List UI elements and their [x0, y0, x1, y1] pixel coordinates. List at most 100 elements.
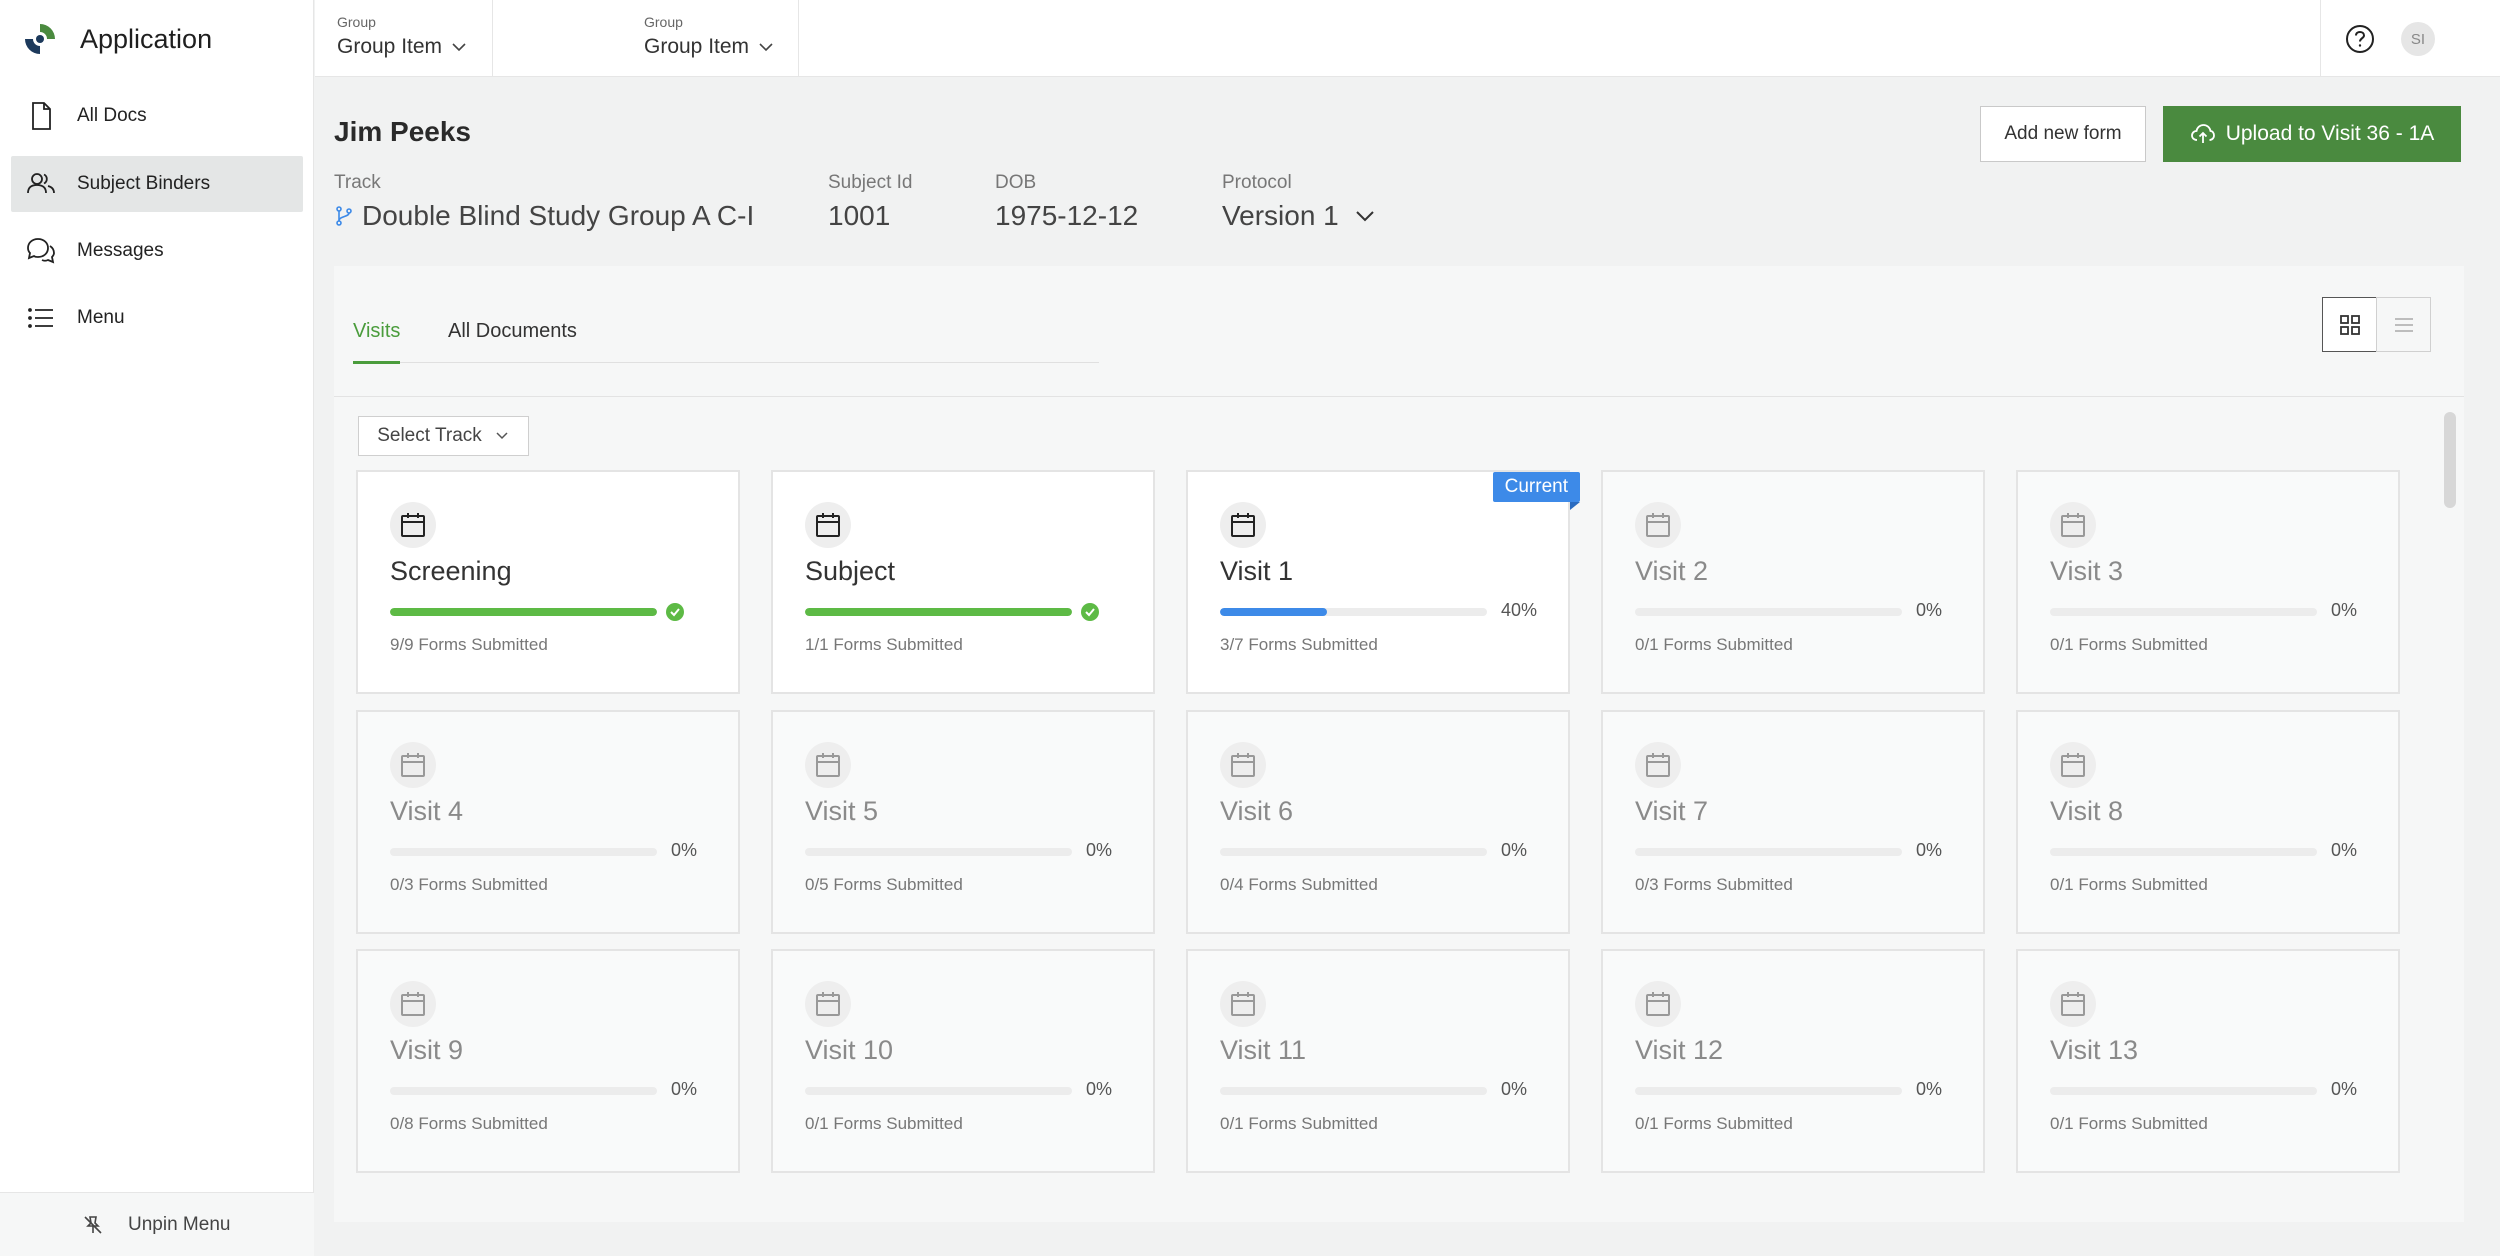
users-icon	[27, 173, 55, 194]
list-view-button[interactable]	[2376, 297, 2431, 352]
progress-bar	[390, 1087, 657, 1095]
brand[interactable]: Application	[22, 20, 212, 58]
calendar-icon-wrap	[1220, 981, 1266, 1027]
chevron-down-icon	[1356, 211, 1374, 222]
progress-percent: 0%	[1086, 840, 1113, 860]
progress-percent: 0%	[1916, 1079, 1943, 1099]
list-icon	[28, 308, 53, 328]
progress-bar	[1635, 1087, 1902, 1095]
track-value-row: Double Blind Study Group A C-I	[334, 200, 754, 232]
calendar-icon	[2061, 753, 2085, 777]
subject-id-label: Subject Id	[828, 172, 913, 193]
visit-title: Visit 6	[1220, 796, 1294, 826]
forms-submitted: 0/3 Forms Submitted	[390, 875, 548, 894]
calendar-icon	[1646, 753, 1670, 777]
visit-card[interactable]: Visit 8 0% 0/1 Forms Submitted	[2016, 710, 2400, 934]
forms-submitted: 9/9 Forms Submitted	[390, 635, 548, 654]
sidebar: Application All Docs Subject Binders Mes…	[0, 0, 314, 1256]
forms-submitted: 0/1 Forms Submitted	[1635, 1114, 1793, 1133]
calendar-icon-wrap	[390, 502, 436, 548]
forms-submitted: 0/4 Forms Submitted	[1220, 875, 1378, 894]
progress-percent: 0%	[1501, 1079, 1528, 1099]
tab-all-documents[interactable]: All Documents	[448, 320, 577, 361]
sidebar-item-label: Menu	[77, 307, 125, 328]
calendar-icon	[1231, 753, 1255, 777]
chevron-down-icon	[759, 43, 773, 52]
visit-card[interactable]: Screening 9/9 Forms Submitted	[356, 470, 740, 694]
visit-card[interactable]: Subject 1/1 Forms Submitted	[771, 470, 1155, 694]
help-icon[interactable]	[2343, 22, 2377, 56]
track-meta: Track Double Blind Study Group A C-I	[334, 172, 754, 232]
calendar-icon-wrap	[1635, 502, 1681, 548]
visit-title: Visit 4	[390, 796, 464, 826]
visit-card[interactable]: Visit 1 40% 3/7 Forms Submitted Current	[1186, 470, 1581, 694]
progress-bar	[2050, 1087, 2317, 1095]
calendar-icon-wrap	[1635, 981, 1681, 1027]
visit-title: Visit 5	[805, 796, 879, 826]
chevron-down-icon	[496, 432, 508, 440]
visit-card[interactable]: Visit 4 0% 0/3 Forms Submitted	[356, 710, 740, 934]
progress-percent: 0%	[1501, 840, 1528, 860]
visit-card[interactable]: Visit 9 0% 0/8 Forms Submitted	[356, 949, 740, 1173]
group-selector-label: Group	[644, 14, 683, 30]
progress-percent: 0%	[2331, 1079, 2358, 1099]
sidebar-item-menu[interactable]: Menu	[11, 290, 303, 346]
group-selector-text: Group Item	[644, 35, 750, 58]
group-selector-2[interactable]: Group Group Item	[493, 0, 799, 77]
grid-view-button[interactable]	[2322, 297, 2377, 352]
unpin-icon	[84, 1215, 102, 1234]
dob-label: DOB	[995, 172, 1037, 193]
visit-card[interactable]: Visit 10 0% 0/1 Forms Submitted	[771, 949, 1155, 1173]
progress-bar	[390, 848, 657, 856]
progress-fill	[805, 608, 1072, 616]
add-new-form-button[interactable]: Add new form	[1980, 106, 2146, 162]
group-selector-1[interactable]: Group Group Item	[315, 0, 493, 77]
avatar[interactable]: SI	[2401, 22, 2435, 56]
progress-percent: 0%	[1086, 1079, 1113, 1099]
visit-card[interactable]: Visit 6 0% 0/4 Forms Submitted	[1186, 710, 1570, 934]
forms-submitted: 0/1 Forms Submitted	[2050, 1114, 2208, 1133]
progress-percent: 0%	[671, 840, 698, 860]
visit-card[interactable]: Visit 7 0% 0/3 Forms Submitted	[1601, 710, 1985, 934]
tab-visits[interactable]: Visits	[353, 320, 401, 364]
topbar: Group Group Item Group Group Item SI	[315, 0, 2500, 77]
progress-bar	[805, 1087, 1072, 1095]
visit-card[interactable]: Visit 2 0% 0/1 Forms Submitted	[1601, 470, 1985, 694]
visit-card[interactable]: Visit 13 0% 0/1 Forms Submitted	[2016, 949, 2400, 1173]
visit-card[interactable]: Visit 12 0% 0/1 Forms Submitted	[1601, 949, 1985, 1173]
calendar-icon-wrap	[390, 742, 436, 788]
complete-check-icon	[1081, 603, 1099, 621]
visit-title: Visit 12	[1635, 1035, 1724, 1065]
visit-card[interactable]: Visit 3 0% 0/1 Forms Submitted	[2016, 470, 2400, 694]
sidebar-item-all-docs[interactable]: All Docs	[11, 88, 303, 144]
upload-button[interactable]: Upload to Visit 36 - 1A	[2163, 106, 2461, 162]
progress-bar	[2050, 608, 2317, 616]
forms-submitted: 0/1 Forms Submitted	[1220, 1114, 1378, 1133]
visit-title: Visit 10	[805, 1035, 894, 1065]
forms-submitted: 0/1 Forms Submitted	[2050, 635, 2208, 654]
protocol-dropdown[interactable]: Version 1	[1222, 200, 1385, 232]
track-value: Double Blind Study Group A C-I	[362, 200, 755, 231]
scrollbar-thumb[interactable]	[2444, 412, 2456, 508]
visit-title: Screening	[390, 556, 512, 586]
select-track-dropdown[interactable]: Select Track	[358, 416, 529, 456]
visit-card[interactable]: Visit 11 0% 0/1 Forms Submitted	[1186, 949, 1570, 1173]
visit-card[interactable]: Visit 5 0% 0/5 Forms Submitted	[771, 710, 1155, 934]
progress-bar	[390, 608, 657, 616]
progress-fill	[1220, 608, 1327, 616]
unpin-menu-button[interactable]: Unpin Menu	[0, 1192, 314, 1256]
sidebar-item-label: All Docs	[77, 105, 147, 126]
forms-submitted: 0/5 Forms Submitted	[805, 875, 963, 894]
sidebar-item-subject-binders[interactable]: Subject Binders	[11, 156, 303, 212]
progress-bar	[1220, 848, 1487, 856]
visit-title: Visit 1	[1220, 556, 1294, 586]
subject-id-meta: Subject Id 1001	[828, 172, 913, 232]
progress-bar	[805, 608, 1072, 616]
app-logo-icon	[25, 24, 55, 54]
group-selector-label: Group	[337, 14, 376, 30]
sidebar-item-messages[interactable]: Messages	[11, 223, 303, 279]
protocol-value: Version 1	[1222, 200, 1339, 231]
calendar-icon-wrap	[390, 981, 436, 1027]
calendar-icon-wrap	[2050, 981, 2096, 1027]
calendar-icon	[2061, 992, 2085, 1016]
